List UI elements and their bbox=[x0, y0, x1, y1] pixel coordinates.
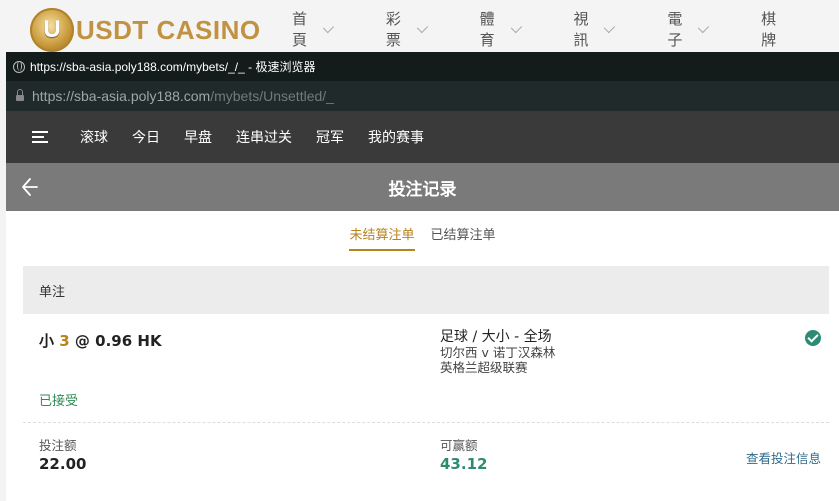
page-title: 投注记录 bbox=[388, 179, 457, 200]
lock-icon bbox=[16, 89, 24, 101]
site-nav-sports[interactable]: 體育 bbox=[480, 0, 522, 58]
chevron-down-icon bbox=[510, 21, 522, 33]
tab-unsettled[interactable]: 未结算注单 bbox=[349, 211, 415, 251]
window-title: https://sba-asia.poly188.com/mybets/_/_ … bbox=[30, 60, 316, 74]
page-header: 投注记录 bbox=[6, 163, 839, 211]
app-nav-early[interactable]: 早盘 bbox=[184, 127, 212, 147]
bet-odds: 0.96 HK bbox=[95, 332, 162, 350]
win-label: 可赢额 bbox=[440, 438, 478, 453]
site-logo[interactable]: U USDT CASINO bbox=[30, 8, 261, 52]
site-nav-live[interactable]: 視訊 bbox=[573, 0, 616, 58]
app-nav-parlay[interactable]: 连串过关 bbox=[236, 127, 292, 147]
app-nav: 滚球 今日 早盘 连串过关 冠军 我的赛事 bbox=[6, 111, 839, 163]
bet-match: 切尔西 v 诺丁汉森林 bbox=[440, 345, 556, 360]
app-nav-today[interactable]: 今日 bbox=[132, 127, 160, 147]
bet-type: 单注 bbox=[23, 266, 829, 314]
bet-league: 英格兰超级联赛 bbox=[440, 360, 528, 375]
amount-row: 投注额 22.00 可赢额 43.12 查看投注信息 bbox=[23, 423, 829, 483]
site-nav-home[interactable]: 首頁 bbox=[292, 0, 335, 58]
stake-block: 投注额 22.00 bbox=[39, 438, 87, 474]
site-header: U USDT CASINO 首頁 彩票 體育 視訊 電子 棋牌 bbox=[0, 0, 839, 58]
site-nav-lottery[interactable]: 彩票 bbox=[386, 0, 428, 58]
win-value: 43.12 bbox=[440, 455, 488, 473]
stake-value: 22.00 bbox=[39, 455, 87, 473]
logo-text: USDT CASINO bbox=[76, 14, 261, 45]
chevron-down-icon bbox=[698, 21, 710, 33]
status-badge: 已接受 bbox=[39, 394, 79, 409]
check-circle-icon bbox=[805, 330, 821, 346]
chevron-down-icon bbox=[604, 21, 616, 33]
browser-window: https://sba-asia.poly188.com/mybets/_/_ … bbox=[6, 52, 839, 501]
bet-detail: 足球 / 大小 - 全场 切尔西 v 诺丁汉森林 英格兰超级联赛 bbox=[440, 329, 556, 376]
view-bet-details-link[interactable]: 查看投注信息 bbox=[746, 448, 821, 467]
back-arrow-icon[interactable] bbox=[20, 175, 40, 199]
chevron-down-icon bbox=[322, 21, 335, 33]
address-bar[interactable]: https://sba-asia.poly188.com/mybets/Unse… bbox=[6, 81, 839, 111]
url-path: /mybets/Unsettled/_ bbox=[210, 88, 334, 104]
stake-label: 投注额 bbox=[39, 438, 77, 453]
menu-icon[interactable] bbox=[32, 128, 48, 146]
logo-emblem-icon: U bbox=[30, 8, 74, 52]
site-nav-cards[interactable]: 棋牌 bbox=[761, 0, 785, 58]
window-titlebar: https://sba-asia.poly188.com/mybets/_/_ … bbox=[6, 52, 839, 81]
site-nav-slots[interactable]: 電子 bbox=[667, 0, 710, 58]
url-base: https://sba-asia.poly188.com bbox=[32, 88, 211, 104]
app-nav-my-events[interactable]: 我的赛事 bbox=[368, 127, 424, 147]
tab-settled[interactable]: 已结算注单 bbox=[431, 211, 496, 243]
app-nav-inplay[interactable]: 滚球 bbox=[80, 127, 108, 147]
bet-row: 小 3 @ 0.96 HK 足球 / 大小 - 全场 切尔西 v 诺丁汉森林 英… bbox=[23, 314, 829, 423]
bet-line: 3 bbox=[59, 332, 70, 350]
bet-tabs: 未结算注单 已结算注单 bbox=[6, 211, 839, 257]
site-nav: 首頁 彩票 體育 視訊 電子 棋牌 bbox=[292, 0, 839, 58]
win-block: 可赢额 43.12 bbox=[440, 438, 488, 474]
bet-market: 足球 / 大小 - 全场 bbox=[440, 329, 552, 345]
globe-icon bbox=[13, 60, 25, 73]
bet-card: 单注 小 3 @ 0.96 HK 足球 / 大小 - 全场 切尔西 v 诺丁汉森… bbox=[23, 266, 829, 483]
app-nav-outright[interactable]: 冠军 bbox=[316, 127, 344, 147]
bet-selection: 小 3 @ 0.96 HK bbox=[39, 332, 162, 350]
chevron-down-icon bbox=[416, 21, 428, 33]
